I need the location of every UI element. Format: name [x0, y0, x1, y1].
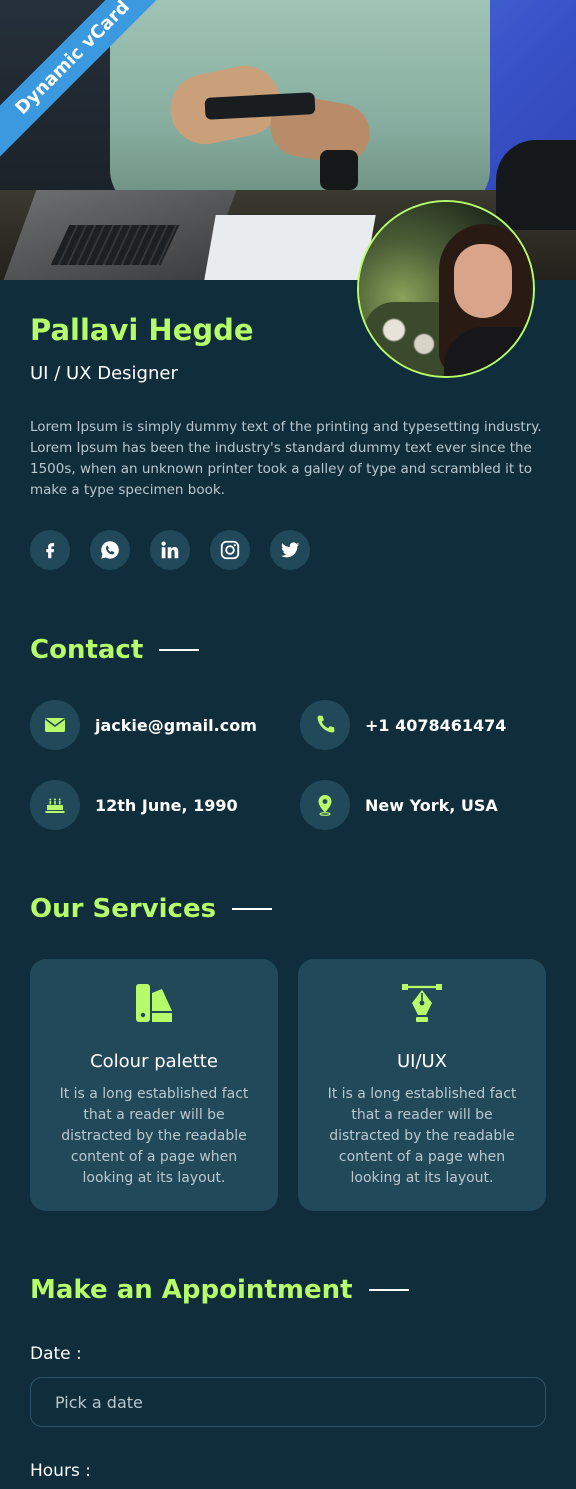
phone-text: +1 4078461474 — [365, 715, 507, 735]
profile-name: Pallavi Hegde — [30, 313, 254, 347]
contact-title: Contact — [30, 635, 144, 665]
email-icon-badge — [30, 700, 80, 750]
profile-role: UI / UX Designer — [30, 363, 178, 384]
whatsapp-link[interactable] — [90, 530, 130, 570]
service-description: It is a long established fact that a rea… — [59, 1086, 249, 1186]
services-heading: Our Services — [30, 894, 273, 924]
instagram-link[interactable] — [210, 530, 250, 570]
contact-phone[interactable]: +1 4078461474 — [300, 700, 506, 750]
location-text: New York, USA — [365, 795, 498, 815]
heading-divider — [159, 649, 200, 651]
hours-label: Hours : — [30, 1461, 91, 1481]
twitter-link[interactable] — [270, 530, 310, 570]
linkedin-link[interactable] — [150, 530, 190, 570]
cover-keyboard — [50, 225, 180, 265]
birthday-icon-badge — [30, 780, 80, 830]
contact-email[interactable]: jackie@gmail.com — [30, 700, 257, 750]
twitter-icon — [280, 542, 300, 558]
heading-divider — [368, 1289, 409, 1291]
location-icon-badge — [300, 780, 350, 830]
date-label: Date : — [30, 1344, 82, 1364]
pen-tool-icon — [402, 984, 442, 1022]
social-links — [30, 530, 310, 570]
colour-palette-icon — [136, 984, 172, 1022]
contact-heading: Contact — [30, 635, 200, 665]
phone-icon-badge — [300, 700, 350, 750]
service-card-ui-ux: UI/UX It is a long established fact that… — [298, 959, 546, 1211]
service-title: UI/UX — [396, 1051, 448, 1072]
facebook-icon — [46, 543, 55, 559]
contact-location: New York, USA — [300, 780, 498, 830]
mail-icon — [45, 718, 65, 732]
profile-about: Lorem Ipsum is simply dummy text of the … — [30, 419, 542, 498]
linkedin-icon — [161, 541, 179, 559]
profile-avatar — [357, 200, 535, 378]
service-card-colour-palette: Colour palette It is a long established … — [30, 959, 278, 1211]
phone-icon — [317, 715, 335, 733]
facebook-link[interactable] — [30, 530, 70, 570]
birthday-text: 12th June, 1990 — [95, 795, 238, 815]
contact-birthday: 12th June, 1990 — [30, 780, 238, 830]
instagram-icon — [220, 540, 240, 560]
services-title: Our Services — [30, 894, 217, 924]
whatsapp-icon — [101, 541, 119, 559]
appointment-heading: Make an Appointment — [30, 1275, 409, 1305]
cover-sketch-paper — [204, 215, 376, 280]
appointment-title: Make an Appointment — [30, 1275, 353, 1305]
heading-divider — [232, 908, 273, 910]
service-title: Colour palette — [90, 1051, 218, 1072]
cover-watch — [320, 150, 358, 190]
email-text: jackie@gmail.com — [95, 715, 257, 735]
location-pin-icon — [318, 795, 332, 816]
birthday-cake-icon — [45, 798, 65, 813]
date-input[interactable] — [30, 1377, 546, 1427]
service-description: It is a long established fact that a rea… — [327, 1086, 517, 1186]
